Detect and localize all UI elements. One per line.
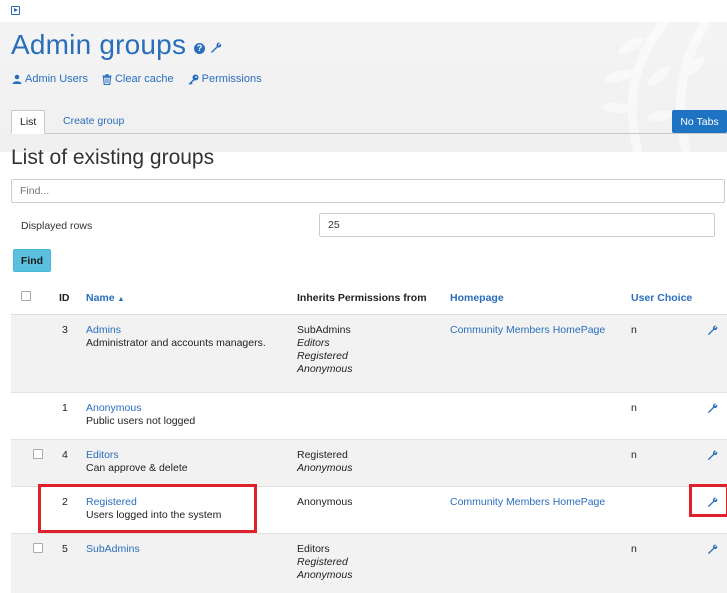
homepage-link[interactable]: Community Members HomePage	[450, 324, 605, 337]
column-homepage-header[interactable]: Homepage	[450, 292, 504, 304]
group-description: Public users not logged	[86, 415, 196, 427]
row-inherits-cell: Registered Anonymous	[297, 449, 352, 475]
table-row: 2 Registered Users logged into the syste…	[11, 484, 727, 534]
table-row: 5 SubAdmins Editors Registered Anonymous…	[11, 534, 727, 593]
admin-users-link[interactable]: Admin Users	[12, 73, 88, 85]
row-name-cell: Editors Can approve & delete	[86, 449, 188, 475]
row-name-cell: Anonymous Public users not logged	[86, 402, 195, 428]
row-inherits-cell: SubAdmins Editors Registered Anonymous	[297, 324, 352, 376]
inherits-indirect: Editors	[297, 337, 330, 349]
action-links: Admin Users Clear cache Permissions	[12, 73, 262, 85]
trash-icon	[102, 73, 112, 85]
permissions-link[interactable]: Permissions	[188, 73, 262, 85]
group-description: Can approve & delete	[86, 462, 188, 474]
group-name-link[interactable]: Admins	[86, 324, 266, 337]
inherits-indirect: Anonymous	[297, 462, 353, 474]
highlight-box-name	[38, 484, 257, 533]
homepage-link[interactable]: Community Members HomePage	[450, 496, 605, 509]
tab-create-group[interactable]: Create group	[55, 110, 132, 134]
row-name-cell: Admins Administrator and accounts manage…	[86, 324, 266, 350]
sidebar-toggle-icon[interactable]	[11, 6, 20, 15]
inherits-indirect: Anonymous	[297, 569, 353, 581]
inherits-indirect: Registered	[297, 556, 348, 568]
inherits-direct: Registered	[297, 449, 348, 461]
admin-users-label: Admin Users	[25, 73, 88, 85]
user-choice-value: n	[631, 449, 637, 461]
title-row: Admin groups ?	[11, 28, 222, 62]
section-title: List of existing groups	[11, 146, 215, 169]
inherits-indirect: Registered	[297, 350, 348, 362]
column-name-label: Name	[86, 292, 115, 304]
wrench-icon[interactable]	[210, 42, 222, 54]
inherits-indirect: Anonymous	[297, 363, 353, 375]
column-user-choice-header[interactable]: User Choice	[631, 292, 692, 304]
row-id: 4	[62, 449, 68, 461]
row-id: 5	[62, 543, 68, 555]
user-choice-value: n	[631, 543, 637, 555]
row-select-checkbox[interactable]	[33, 543, 43, 553]
tab-list[interactable]: List	[11, 110, 46, 134]
sort-ascending-icon: ▲	[117, 296, 125, 303]
highlight-box-edit	[689, 484, 727, 517]
no-tabs-button[interactable]: No Tabs	[672, 110, 727, 133]
row-id: 3	[62, 324, 68, 336]
user-choice-value: n	[631, 402, 637, 414]
find-input[interactable]	[11, 179, 725, 203]
row-inherits-cell: Anonymous	[297, 496, 352, 509]
edit-wrench-icon[interactable]	[707, 403, 718, 414]
edit-wrench-icon[interactable]	[707, 325, 718, 336]
key-icon	[188, 74, 199, 85]
edit-wrench-icon[interactable]	[707, 544, 718, 555]
user-icon	[12, 74, 22, 84]
page-title: Admin groups	[11, 29, 187, 60]
group-name-link[interactable]: Anonymous	[86, 402, 195, 415]
inherits-direct: SubAdmins	[297, 324, 351, 336]
column-inherits-header: Inherits Permissions from	[297, 292, 427, 304]
table-header: ID Name ▲ Inherits Permissions from Home…	[11, 283, 727, 315]
row-select-checkbox[interactable]	[33, 449, 43, 459]
tab-bar: List Create group	[11, 110, 727, 134]
clear-cache-label: Clear cache	[114, 73, 174, 85]
row-id: 1	[62, 402, 68, 414]
table-row: 1 Anonymous Public users not logged n	[11, 393, 727, 440]
permissions-label: Permissions	[201, 73, 262, 85]
group-name-link[interactable]: SubAdmins	[86, 543, 140, 556]
table-row: 3 Admins Administrator and accounts mana…	[11, 315, 727, 393]
user-choice-value: n	[631, 324, 637, 336]
edit-wrench-icon[interactable]	[707, 450, 718, 461]
column-name-header[interactable]: Name ▲	[86, 292, 124, 304]
group-description: Administrator and accounts managers.	[86, 337, 266, 349]
group-name-link[interactable]: Editors	[86, 449, 188, 462]
column-id-header: ID	[59, 292, 70, 304]
select-all-checkbox[interactable]	[21, 291, 31, 301]
top-bar	[0, 0, 727, 22]
find-button[interactable]: Find	[13, 249, 51, 272]
table-row: 4 Editors Can approve & delete Registere…	[11, 440, 727, 487]
row-inherits-cell: Editors Registered Anonymous	[297, 543, 352, 582]
row-name-cell: SubAdmins	[86, 543, 140, 556]
inherits-direct: Anonymous	[297, 496, 353, 508]
clear-cache-link[interactable]: Clear cache	[102, 73, 174, 85]
displayed-rows-input[interactable]	[319, 213, 715, 237]
displayed-rows-label: Displayed rows	[21, 220, 93, 232]
help-icon[interactable]: ?	[194, 42, 206, 54]
groups-table: ID Name ▲ Inherits Permissions from Home…	[11, 283, 727, 593]
inherits-direct: Editors	[297, 543, 330, 555]
